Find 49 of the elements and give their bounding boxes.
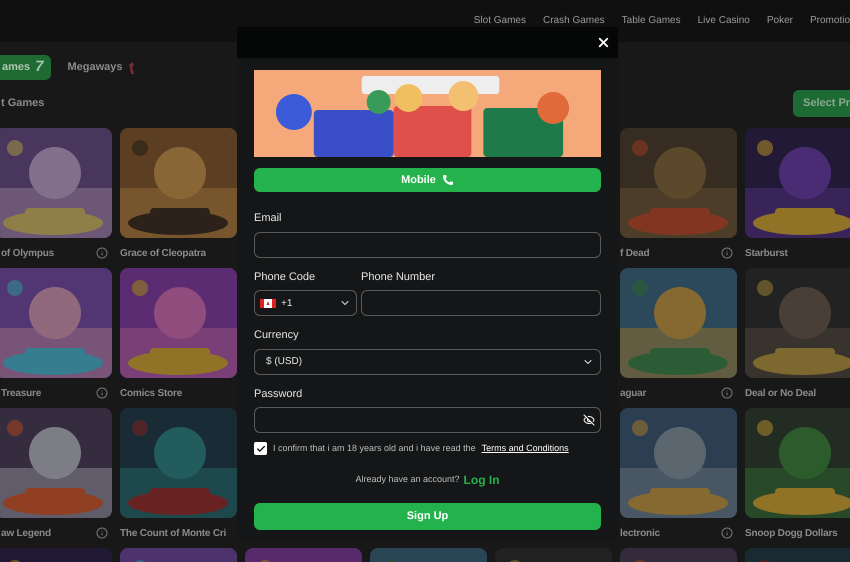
game-title[interactable]: Starburst [745,246,788,260]
password-field[interactable] [254,407,601,433]
flag-icon [260,298,276,308]
category-tab[interactable]: Megaways [59,55,144,80]
game-title[interactable]: Snoop Dogg Dollars [745,526,838,540]
section-title: t Games [1,96,44,112]
info-icon[interactable] [721,247,733,259]
field-label: Phone Number [361,270,436,284]
consent-text: I confirm that i am 18 years old and i have read the [273,442,476,455]
info-icon[interactable] [96,527,108,539]
figure-icon [128,60,136,74]
mobile-button[interactable]: Mobile [254,168,601,192]
game-title[interactable]: Grace of Cleopatra [120,246,206,260]
game-title[interactable]: Treasure [1,386,42,400]
game-title[interactable]: Comics Store [120,386,182,400]
game-title[interactable]: f Dead [620,246,650,260]
info-icon[interactable] [96,247,108,259]
field-label: Password [254,386,304,402]
field-label: Email [254,211,283,226]
nav-link[interactable]: Live Casino [698,12,750,28]
game-title[interactable]: aguar [620,386,646,400]
sign-up-button[interactable]: Sign Up [254,502,601,530]
game-title[interactable]: aw Legend [1,526,51,540]
login-prompt: Already have an account? [355,472,460,486]
game-title[interactable]: The Count of Monte Cri [120,526,226,540]
nav-link[interactable]: Crash Games [542,12,605,28]
info-icon[interactable] [721,387,733,399]
game-title[interactable]: Deal or No Deal [745,386,816,400]
close-button[interactable] [596,35,611,50]
consent-checkbox[interactable] [254,442,267,456]
hide-password-icon[interactable] [583,414,595,426]
phone-number-field[interactable] [361,290,601,316]
nav-link[interactable]: Poker [766,12,793,28]
nav-link[interactable]: Promotio [810,12,850,28]
field-label: Currency [254,328,300,343]
login-link[interactable]: Log In [464,470,500,488]
info-icon[interactable] [96,387,108,399]
game-title[interactable]: lectronic [620,526,660,540]
game-title[interactable]: of Olympus [1,246,54,260]
currency-select[interactable]: $ (USD) [254,348,601,374]
phone-code-select[interactable]: +1 [254,290,357,316]
terms-link[interactable]: Terms and Conditions [482,442,569,456]
nav-link[interactable]: Slot Games [474,12,526,28]
phone-icon [442,174,454,186]
info-icon[interactable] [721,527,733,539]
nav-link[interactable]: Table Games [622,12,681,28]
email-field[interactable] [254,232,601,258]
category-tab[interactable]: ames 7 [0,55,52,80]
field-label: Phone Code [254,270,316,284]
